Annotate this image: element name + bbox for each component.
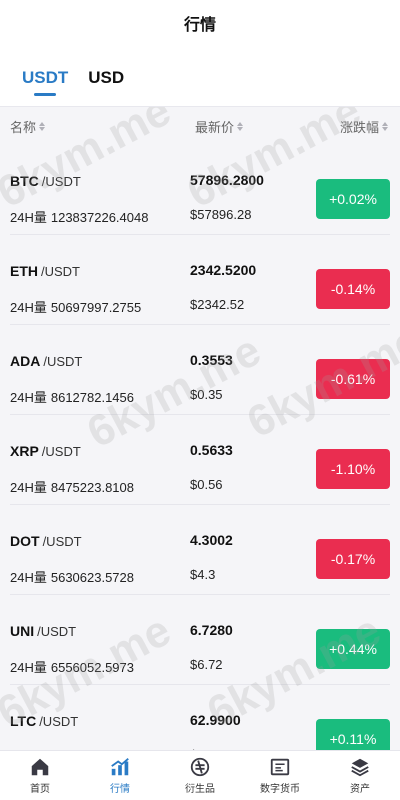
sort-by-change[interactable]: 涨跌幅: [340, 117, 388, 136]
tab-usd[interactable]: USD: [88, 68, 124, 106]
market-row[interactable]: BTC/USDT 24H量 123837226.4048 57896.2800 $578…: [10, 145, 390, 235]
sort-by-name[interactable]: 名称: [10, 117, 46, 136]
sort-by-price[interactable]: 最新价: [195, 117, 244, 136]
volume-24h: 24H量 123837226.4048: [10, 207, 148, 226]
currency-icon: [270, 758, 290, 776]
market-row[interactable]: UNI/USDT 24H量 6556052.5973 6.7280 $6.72 +0.44…: [10, 595, 390, 685]
column-name-label: 名称: [10, 119, 37, 135]
tab-usdt[interactable]: USDT: [22, 68, 68, 106]
pair-name: ADA/USDT: [10, 353, 82, 369]
column-change-label: 涨跌幅: [339, 119, 379, 135]
usd-price: $0.56: [190, 477, 223, 492]
quote-currency: /USDT: [41, 264, 80, 279]
volume-value: 5630623.5728: [50, 570, 135, 585]
market-list[interactable]: 名称 最新价 涨跌幅 BTC/USDT 24H量 123837226.4048 578…: [0, 106, 400, 750]
nav-assets[interactable]: 资产: [320, 751, 400, 800]
volume-label: 24H量: [10, 570, 47, 585]
usd-price: $57896.28: [190, 207, 252, 222]
nav-label: 数字货币: [260, 784, 300, 795]
quote-currency: /USDT: [39, 714, 79, 729]
change-badge[interactable]: +0.44%: [316, 629, 390, 669]
list-header: 名称 最新价 涨跌幅: [0, 107, 400, 145]
sort-arrows-icon: [382, 121, 388, 131]
quote-currency: /USDT: [41, 444, 81, 459]
volume-value: 8612782.1456: [50, 390, 135, 405]
last-price: 0.5633: [190, 442, 233, 458]
home-icon: [31, 758, 49, 776]
volume-value: 6556052.5973: [50, 660, 135, 675]
quote-currency: /USDT: [37, 624, 77, 639]
volume-value: 8475223.8108: [50, 480, 135, 495]
symbol: ADA: [10, 353, 41, 369]
last-price: 0.3553: [190, 352, 233, 368]
market-row[interactable]: ETH/USDT 24H量 50697997.2755 2342.5200 $2342.…: [10, 235, 390, 325]
volume-value: 123837226.4048: [50, 210, 149, 225]
nav-label: 资产: [350, 784, 370, 795]
pair-name: ETH/USDT: [10, 263, 80, 279]
quote-currency: /USDT: [42, 534, 82, 549]
volume-label: 24H量: [10, 660, 47, 675]
change-badge[interactable]: -0.14%: [316, 269, 390, 309]
nav-digital-currency[interactable]: 数字货币: [240, 751, 320, 800]
usd-price: $2342.52: [190, 297, 245, 312]
nav-label: 衍生品: [185, 784, 215, 795]
assets-icon: [351, 758, 369, 777]
last-price: 2342.5200: [190, 262, 257, 278]
last-price: 57896.2800: [190, 172, 264, 188]
volume-label: 24H量: [10, 390, 47, 405]
usd-price: $0.35: [190, 387, 223, 402]
market-row[interactable]: ADA/USDT 24H量 8612782.1456 0.3553 $0.35 -0.61…: [10, 325, 390, 415]
last-price: 62.9900: [190, 712, 241, 728]
quote-currency: /USDT: [41, 174, 81, 189]
pair-name: LTC/USDT: [10, 713, 78, 729]
pair-name: BTC/USDT: [10, 173, 81, 189]
pair-name: XRP/USDT: [10, 443, 81, 459]
change-badge[interactable]: -0.61%: [316, 359, 390, 399]
change-badge[interactable]: +0.11%: [316, 719, 390, 750]
volume-24h: 24H量 6556052.5973: [10, 657, 134, 676]
usd-price: $4.3: [190, 567, 216, 582]
symbol: XRP: [10, 443, 39, 459]
derivatives-icon: [190, 757, 210, 777]
change-badge[interactable]: -0.17%: [316, 539, 390, 579]
column-price-label: 最新价: [195, 119, 235, 135]
volume-24h: 24H量 8475223.8108: [10, 477, 134, 496]
sort-arrows-icon: [237, 121, 244, 131]
volume-value: 50697997.2755: [50, 300, 142, 315]
usd-price: $6.72: [190, 657, 223, 672]
nav-label: 行情: [110, 784, 130, 795]
bottom-nav: 首页 行情 衍生品 数字货币 资产: [0, 750, 400, 800]
market-row[interactable]: XRP/USDT 24H量 8475223.8108 0.5633 $0.56 -1.10…: [10, 415, 390, 505]
nav-market[interactable]: 行情: [80, 751, 160, 800]
symbol: LTC: [10, 713, 37, 729]
volume-24h: 24H量 5630623.5728: [10, 567, 134, 586]
volume-label: 24H量: [10, 300, 47, 315]
volume-24h: 24H量 50697997.2755: [10, 297, 141, 316]
volume-label: 24H量: [10, 480, 47, 495]
symbol: UNI: [10, 623, 35, 639]
change-badge[interactable]: -1.10%: [316, 449, 390, 489]
pair-name: UNI/USDT: [10, 623, 76, 639]
change-badge[interactable]: +0.02%: [316, 179, 390, 219]
market-row[interactable]: DOT/USDT 24H量 5630623.5728 4.3002 $4.3 -0.17%: [10, 505, 390, 595]
top-bar: 行情: [0, 0, 400, 46]
nav-derivatives[interactable]: 衍生品: [160, 751, 240, 800]
quote-currency: /USDT: [43, 354, 83, 369]
quote-tabs: USDT USD: [0, 46, 400, 106]
nav-home[interactable]: 首页: [0, 751, 80, 800]
volume-24h: 24H量 8612782.1456: [10, 387, 134, 406]
nav-label: 首页: [30, 784, 50, 795]
symbol: DOT: [10, 533, 40, 549]
symbol: BTC: [10, 173, 39, 189]
page-title: 行情: [183, 17, 216, 34]
sort-arrows-icon: [39, 121, 46, 131]
symbol: ETH: [10, 263, 38, 279]
pair-name: DOT/USDT: [10, 533, 82, 549]
last-price: 6.7280: [190, 622, 233, 638]
volume-label: 24H量: [10, 210, 47, 225]
chart-icon: [111, 758, 129, 776]
market-row[interactable]: LTC/USDT24H量3675465.182962.9900$62.99+0.…: [10, 685, 390, 750]
last-price: 4.3002: [190, 532, 233, 548]
